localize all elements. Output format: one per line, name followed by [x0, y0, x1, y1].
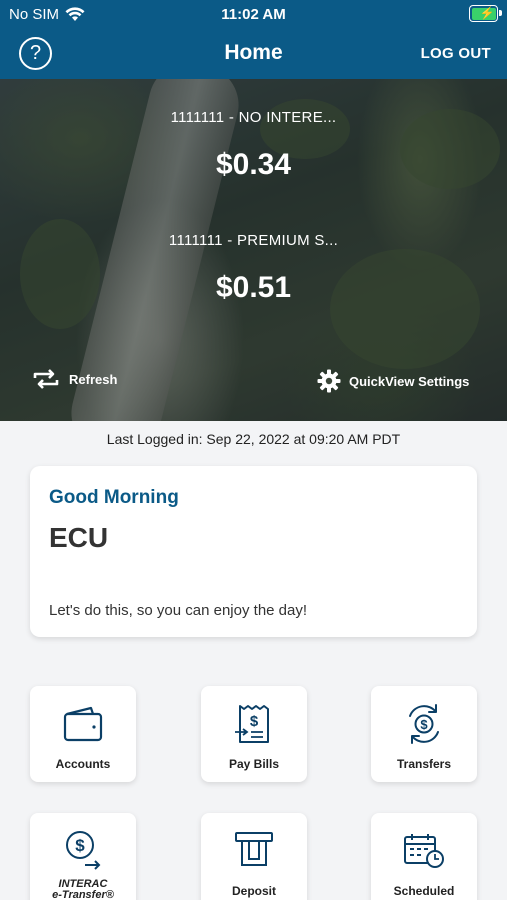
- interac-tile-label-line2: e-Transfer®: [52, 889, 114, 900]
- transfers-tile[interactable]: $ Transfers: [371, 686, 477, 782]
- greeting-salutation: Good Morning: [49, 487, 179, 508]
- interac-etransfer-icon: $: [66, 831, 101, 870]
- svg-text:$: $: [420, 717, 428, 732]
- account-balance: $0.51: [215, 271, 292, 304]
- account-balance: $0.34: [215, 148, 292, 181]
- calendar-clock-icon: [404, 834, 444, 868]
- quickview-panel: 1111111 - NO INTERE... $0.34 1111111 - P…: [0, 79, 507, 421]
- transfers-tile-label: Transfers: [396, 757, 452, 771]
- nav-bar: ? Home LOG OUT: [0, 34, 507, 72]
- account-name: 1111111 - NO INTERE...: [170, 109, 337, 126]
- deposit-tile-label: Deposit: [231, 884, 276, 898]
- interac-etransfer-tile[interactable]: $ INTERAC e-Transfer®: [30, 813, 136, 900]
- quickview-settings-button[interactable]: QuickView Settings: [317, 369, 469, 393]
- greeting-card: Good Morning ECU Let's do this, so you c…: [30, 466, 477, 637]
- account-summary-1[interactable]: 1111111 - NO INTERE... $0.34: [0, 109, 507, 182]
- top-bar: No SIM 11:02 AM ⚡ ? Home LOG OUT: [0, 0, 507, 79]
- wallet-icon: [63, 706, 103, 742]
- scheduled-tile-label: Scheduled: [393, 884, 455, 898]
- account-name: 1111111 - PREMIUM S...: [168, 232, 339, 249]
- svg-text:$: $: [75, 836, 85, 855]
- account-summary-2[interactable]: 1111111 - PREMIUM S... $0.51: [0, 232, 507, 305]
- pay-bills-tile[interactable]: $ Pay Bills: [201, 686, 307, 782]
- refresh-label: Refresh: [69, 371, 118, 387]
- refresh-button[interactable]: Refresh: [31, 369, 117, 389]
- last-logged-in: Last Logged in: Sep 22, 2022 at 09:20 AM…: [106, 431, 401, 447]
- greeting-name: ECU: [49, 522, 109, 553]
- scheduled-tile[interactable]: Scheduled: [371, 813, 477, 900]
- pay-bills-tile-label: Pay Bills: [228, 757, 280, 771]
- deposit-tile[interactable]: Deposit: [201, 813, 307, 900]
- accounts-tile[interactable]: Accounts: [30, 686, 136, 782]
- greeting-message: Let's do this, so you can enjoy the day!: [49, 602, 308, 619]
- bill-icon: $: [235, 705, 269, 743]
- quickview-settings-label: QuickView Settings: [349, 373, 470, 389]
- status-time: 11:02 AM: [221, 6, 286, 23]
- battery-icon: ⚡: [469, 5, 502, 22]
- status-bar: No SIM 11:02 AM ⚡: [0, 0, 507, 28]
- accounts-tile-label: Accounts: [55, 757, 111, 771]
- logout-button[interactable]: LOG OUT: [421, 45, 491, 62]
- gear-icon: [317, 369, 341, 393]
- svg-text:$: $: [250, 713, 259, 730]
- atm-deposit-icon: [235, 832, 273, 866]
- refresh-icon: [33, 369, 59, 389]
- transfer-icon: $: [409, 704, 439, 744]
